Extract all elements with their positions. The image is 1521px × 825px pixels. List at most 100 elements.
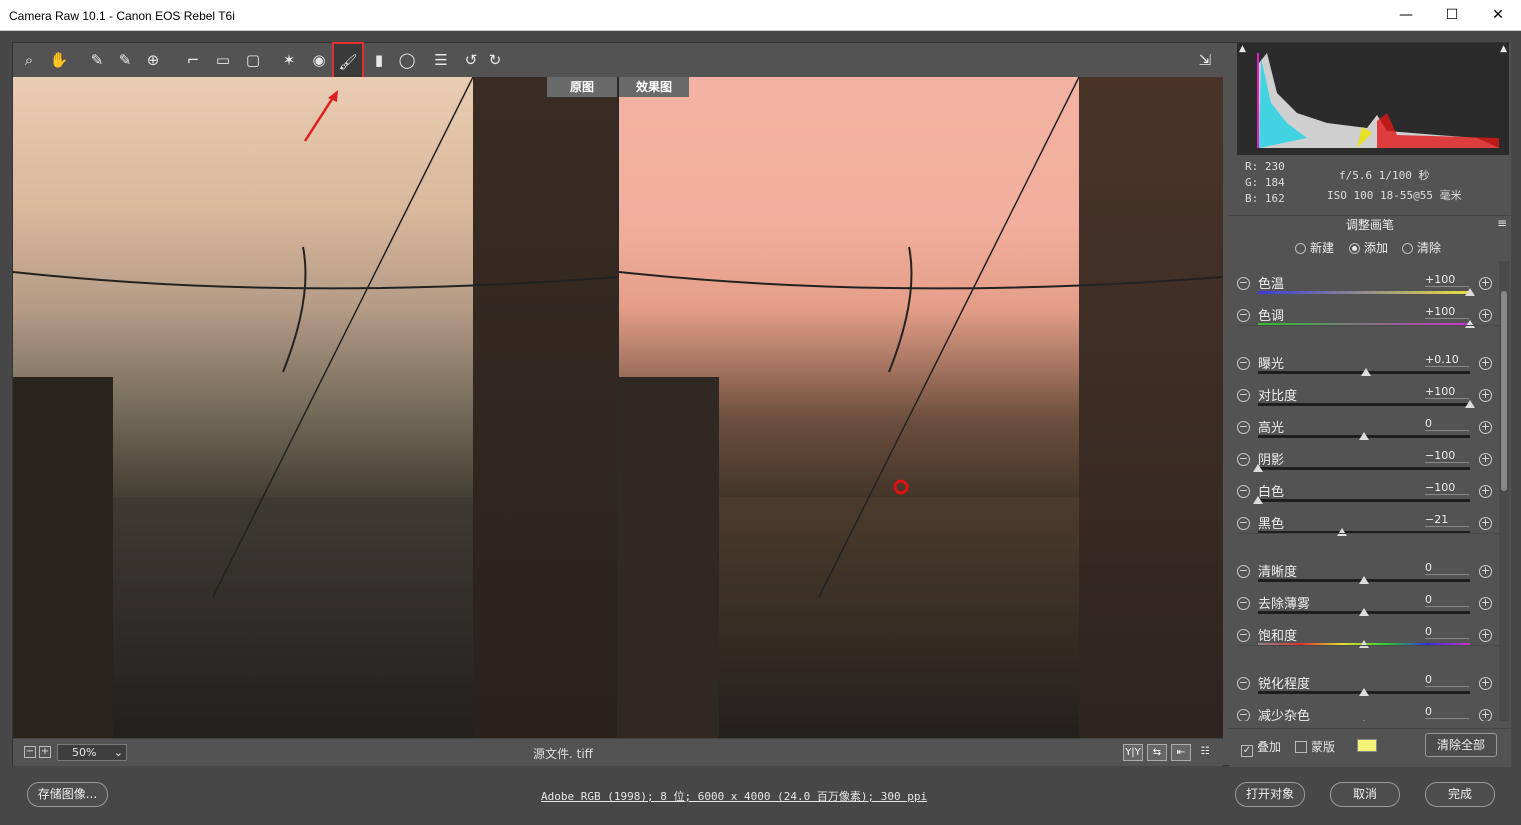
slider-thumb[interactable]	[1465, 320, 1475, 328]
preferences-icon[interactable]: ☰	[429, 48, 453, 72]
slider-value-field[interactable]: −21	[1425, 513, 1469, 527]
scrollbar-thumb[interactable]	[1501, 291, 1507, 491]
slider-value-field[interactable]: 0	[1425, 417, 1469, 431]
slider-value-field[interactable]: −100	[1425, 449, 1469, 463]
straighten-icon[interactable]: ▭	[211, 48, 235, 72]
minus-icon[interactable]: −	[1237, 421, 1250, 434]
plus-icon[interactable]: +	[1479, 357, 1492, 370]
minus-icon[interactable]: −	[1237, 597, 1250, 610]
plus-icon[interactable]: +	[1479, 709, 1492, 721]
slider-thumb[interactable]	[1359, 432, 1369, 440]
plus-icon[interactable]: +	[1479, 677, 1492, 690]
slider-thumb[interactable]	[1359, 720, 1369, 721]
minus-icon[interactable]: −	[1237, 357, 1250, 370]
plus-icon[interactable]: +	[1479, 597, 1492, 610]
minus-icon[interactable]: −	[1237, 565, 1250, 578]
slider-track[interactable]	[1258, 291, 1470, 294]
slider-thumb[interactable]	[1253, 496, 1263, 504]
slider-track[interactable]	[1258, 499, 1470, 502]
slider-value-field[interactable]: 0	[1425, 705, 1469, 719]
maximize-button[interactable]: ☐	[1429, 0, 1475, 31]
slider-value-field[interactable]: −100	[1425, 481, 1469, 495]
minus-icon[interactable]: −	[1237, 277, 1250, 290]
radial-filter-icon[interactable]: ◯	[395, 48, 419, 72]
plus-icon[interactable]: +	[1479, 389, 1492, 402]
slider-thumb[interactable]	[1253, 464, 1263, 472]
slider-value-field[interactable]: +0.10	[1425, 353, 1469, 367]
plus-icon[interactable]: +	[1479, 421, 1492, 434]
open-object-button[interactable]: 打开对象	[1235, 782, 1305, 807]
mode-add[interactable]: 添加	[1349, 239, 1388, 256]
panel-menu-icon[interactable]: ≡	[1497, 216, 1507, 230]
slider-thumb[interactable]	[1465, 288, 1475, 296]
mask-checkbox[interactable]: 蒙版	[1295, 738, 1335, 755]
fullscreen-icon[interactable]: ⇲	[1193, 48, 1217, 72]
minus-icon[interactable]: −	[1237, 709, 1250, 721]
view-mode-button[interactable]: Y|Y	[1123, 744, 1143, 761]
overlay-checkbox[interactable]: ✓ 叠加	[1241, 738, 1281, 757]
minus-icon[interactable]: −	[1237, 677, 1250, 690]
targeted-adjustment-icon[interactable]: ⊕	[141, 48, 165, 72]
slider-value-field[interactable]: +100	[1425, 305, 1469, 319]
white-balance-icon[interactable]: ✎	[85, 48, 109, 72]
minimize-button[interactable]: —	[1383, 0, 1429, 31]
panel-scrollbar[interactable]	[1499, 261, 1509, 721]
zoom-out-button[interactable]: −	[24, 746, 36, 758]
rotate-cw-icon[interactable]: ↻	[483, 48, 507, 72]
zoom-select[interactable]: 50% ⌄	[57, 744, 127, 761]
plus-icon[interactable]: +	[1479, 277, 1492, 290]
slider-value-field[interactable]: 0	[1425, 625, 1469, 639]
red-eye-icon[interactable]: ◉	[307, 48, 331, 72]
transform-icon[interactable]: ▢	[241, 48, 265, 72]
plus-icon[interactable]: +	[1479, 517, 1492, 530]
spot-removal-icon[interactable]: ✶	[277, 48, 301, 72]
slider-thumb[interactable]	[1359, 688, 1369, 696]
minus-icon[interactable]: −	[1237, 389, 1250, 402]
slider-value-field[interactable]: +100	[1425, 385, 1469, 399]
minus-icon[interactable]: −	[1237, 453, 1250, 466]
plus-icon[interactable]: +	[1479, 629, 1492, 642]
clear-all-button[interactable]: 清除全部	[1425, 733, 1497, 757]
slider-value-field[interactable]: 0	[1425, 673, 1469, 687]
slider-value-field[interactable]: +100	[1425, 273, 1469, 287]
close-button[interactable]: ✕	[1475, 0, 1521, 31]
view-settings-icon[interactable]: ☷	[1195, 744, 1215, 761]
hand-icon[interactable]: ✋	[47, 48, 71, 72]
slider-value-field[interactable]: 0	[1425, 561, 1469, 575]
minus-icon[interactable]: −	[1237, 629, 1250, 642]
slider-thumb[interactable]	[1336, 528, 1347, 536]
slider-value-field[interactable]: 0	[1425, 593, 1469, 607]
mask-color-swatch[interactable]	[1357, 739, 1377, 752]
plus-icon[interactable]: +	[1479, 485, 1492, 498]
plus-icon[interactable]: +	[1479, 453, 1492, 466]
color-sampler-icon[interactable]: ✎	[113, 48, 137, 72]
plus-icon[interactable]: +	[1479, 309, 1492, 322]
zoom-icon[interactable]: ⌕	[17, 48, 41, 72]
workflow-options-link[interactable]: Adobe RGB (1998); 8 位; 6000 x 4000 (24.0…	[541, 788, 927, 804]
minus-icon[interactable]: −	[1237, 517, 1250, 530]
minus-icon[interactable]: −	[1237, 309, 1250, 322]
swap-views-button[interactable]: ⇆	[1147, 744, 1167, 761]
image-preview[interactable]: 原图 效果图	[13, 77, 1223, 738]
minus-icon[interactable]: −	[1237, 485, 1250, 498]
adjustment-brush-icon[interactable]: 🖌	[332, 42, 364, 82]
slider-thumb[interactable]	[1465, 400, 1475, 408]
save-image-button[interactable]: 存储图像...	[27, 782, 108, 807]
done-button[interactable]: 完成	[1425, 782, 1495, 807]
slider-thumb[interactable]	[1359, 640, 1369, 648]
mode-clear[interactable]: 清除	[1402, 239, 1441, 256]
crop-icon[interactable]: ⌐	[181, 48, 205, 72]
slider-track[interactable]	[1258, 403, 1470, 406]
slider-thumb[interactable]	[1359, 608, 1369, 616]
slider-track[interactable]	[1258, 467, 1470, 470]
graduated-filter-icon[interactable]: ▮	[367, 48, 391, 72]
slider-thumb[interactable]	[1361, 368, 1372, 376]
plus-icon[interactable]: +	[1479, 565, 1492, 578]
mode-new[interactable]: 新建	[1295, 239, 1334, 256]
copy-settings-button[interactable]: ⇤	[1171, 744, 1191, 761]
rotate-ccw-icon[interactable]: ↺	[459, 48, 483, 72]
brush-pin[interactable]	[893, 479, 909, 495]
zoom-in-button[interactable]: +	[39, 746, 51, 758]
cancel-button[interactable]: 取消	[1330, 782, 1400, 807]
slider-thumb[interactable]	[1359, 576, 1369, 584]
